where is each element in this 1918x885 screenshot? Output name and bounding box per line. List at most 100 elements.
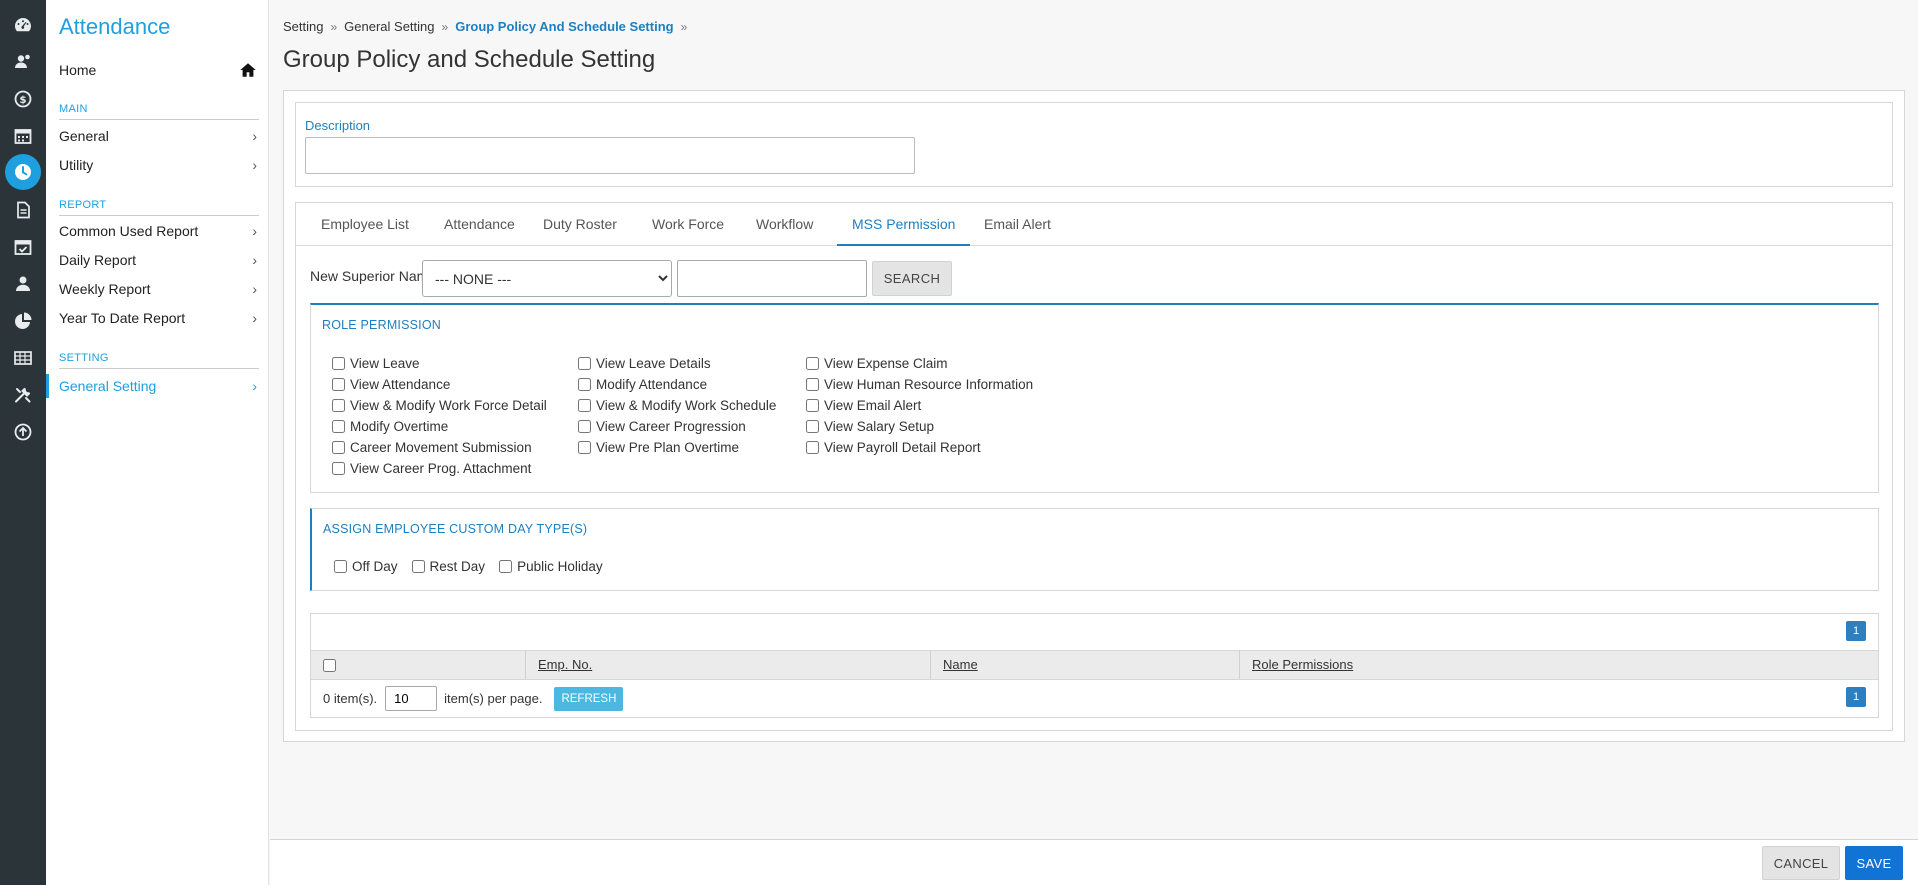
superior-select[interactable]: --- NONE --- [422, 260, 672, 297]
sidebar-item-common-used-report[interactable]: Common Used Report › [59, 221, 259, 241]
tab-work-force[interactable]: Work Force [637, 203, 739, 246]
pager-top-page[interactable]: 1 [1846, 621, 1866, 641]
sidebar-item-weekly-report[interactable]: Weekly Report › [59, 279, 259, 299]
cancel-button[interactable]: CANCEL [1762, 846, 1840, 880]
tab-attendance[interactable]: Attendance [429, 203, 530, 246]
tab-employee-list[interactable]: Employee List [306, 203, 424, 246]
col-name[interactable]: Name [930, 651, 1239, 679]
tab-workflow[interactable]: Workflow [741, 203, 828, 246]
perm-label: Career Movement Submission [350, 440, 532, 455]
perm-view-modify-work-force-detail[interactable]: View & Modify Work Force Detail [332, 395, 547, 416]
checkbox[interactable] [806, 399, 819, 412]
dashboard-icon[interactable] [7, 9, 39, 41]
clock-icon[interactable] [5, 154, 41, 190]
checkbox[interactable] [578, 399, 591, 412]
checkbox[interactable] [578, 378, 591, 391]
breadcrumb-current[interactable]: Group Policy And Schedule Setting [455, 19, 673, 34]
pie-chart-icon[interactable] [7, 305, 39, 337]
side-menu: Attendance Home MAIN General › Utility ›… [46, 0, 269, 885]
calendar-icon[interactable] [7, 120, 39, 152]
search-button[interactable]: SEARCH [872, 261, 952, 296]
tab-mss-permission[interactable]: MSS Permission [837, 203, 971, 246]
checkbox[interactable] [332, 441, 345, 454]
superior-search-input[interactable] [677, 260, 867, 297]
perm-view-email-alert[interactable]: View Email Alert [806, 395, 1033, 416]
checkbox[interactable] [332, 378, 345, 391]
breadcrumb-setting[interactable]: Setting [283, 19, 323, 34]
section-report: REPORT [59, 199, 259, 216]
calendar-check-icon[interactable] [7, 231, 39, 263]
col-role-permissions[interactable]: Role Permissions [1239, 651, 1878, 679]
table-icon[interactable] [7, 342, 39, 374]
checkbox[interactable] [578, 441, 591, 454]
page-title: Group Policy and Schedule Setting [283, 46, 656, 73]
section-main: MAIN [59, 103, 259, 120]
perm-label: View Leave [350, 356, 420, 371]
save-button[interactable]: SAVE [1845, 846, 1903, 880]
sidebar-item-label: Year To Date Report [59, 310, 186, 326]
perm-career-movement-submission[interactable]: Career Movement Submission [332, 437, 547, 458]
checkbox[interactable] [806, 357, 819, 370]
permission-column-2: View Leave Details Modify Attendance Vie… [578, 353, 776, 458]
checkbox[interactable] [578, 420, 591, 433]
checkbox[interactable] [806, 378, 819, 391]
refresh-button[interactable]: REFRESH [554, 686, 624, 711]
perm-modify-overtime[interactable]: Modify Overtime [332, 416, 547, 437]
payroll-icon[interactable]: $ [7, 83, 39, 115]
perm-view-attendance[interactable]: View Attendance [332, 374, 547, 395]
upload-icon[interactable] [7, 416, 39, 448]
checkbox[interactable] [334, 560, 347, 573]
checkbox[interactable] [578, 357, 591, 370]
perm-label: View Attendance [350, 377, 451, 392]
perm-view-career-prog-attachment[interactable]: View Career Prog. Attachment [332, 458, 547, 479]
day-type-label: Rest Day [429, 559, 486, 574]
col-emp-no[interactable]: Emp. No. [525, 651, 930, 679]
perm-modify-attendance[interactable]: Modify Attendance [578, 374, 776, 395]
sidebar-item-general[interactable]: General › [59, 126, 259, 146]
checkbox[interactable] [806, 441, 819, 454]
sidebar-item-general-setting[interactable]: General Setting › [59, 376, 259, 396]
perm-view-salary-setup[interactable]: View Salary Setup [806, 416, 1033, 437]
sidebar-item-home[interactable]: Home [59, 60, 257, 80]
tab-duty-roster[interactable]: Duty Roster [528, 203, 632, 246]
checkbox[interactable] [323, 659, 336, 672]
sidebar-item-daily-report[interactable]: Daily Report › [59, 250, 259, 270]
sidebar-item-utility[interactable]: Utility › [59, 155, 259, 175]
day-type-public-holiday[interactable]: Public Holiday [499, 559, 603, 574]
users-icon[interactable] [7, 46, 39, 78]
per-page-input[interactable] [385, 686, 438, 711]
active-indicator [46, 374, 49, 398]
checkbox[interactable] [332, 399, 345, 412]
perm-view-pre-plan-overtime[interactable]: View Pre Plan Overtime [578, 437, 776, 458]
sidebar-item-label: Daily Report [59, 252, 137, 268]
day-type-panel: ASSIGN EMPLOYEE CUSTOM DAY TYPE(S) Off D… [310, 508, 1879, 591]
perm-view-payroll-detail-report[interactable]: View Payroll Detail Report [806, 437, 1033, 458]
home-icon [240, 63, 256, 77]
sidebar-item-year-to-date-report[interactable]: Year To Date Report › [59, 308, 259, 328]
checkbox[interactable] [332, 462, 345, 475]
perm-view-modify-work-schedule[interactable]: View & Modify Work Schedule [578, 395, 776, 416]
pager-bottom-page[interactable]: 1 [1846, 687, 1866, 707]
people-icon[interactable] [7, 268, 39, 300]
checkbox[interactable] [499, 560, 513, 573]
perm-view-leave-details[interactable]: View Leave Details [578, 353, 776, 374]
checkbox[interactable] [332, 420, 345, 433]
document-icon[interactable] [7, 194, 39, 226]
checkbox[interactable] [332, 357, 345, 370]
role-permission-panel: ROLE PERMISSION View Leave View Attendan… [310, 303, 1879, 493]
tab-email-alert[interactable]: Email Alert [969, 203, 1066, 246]
perm-view-expense-claim[interactable]: View Expense Claim [806, 353, 1033, 374]
perm-view-human-resource-information[interactable]: View Human Resource Information [806, 374, 1033, 395]
day-type-rest-day[interactable]: Rest Day [411, 559, 486, 574]
description-input[interactable] [305, 137, 915, 174]
description-label: Description [305, 118, 371, 133]
select-all-checkbox[interactable] [323, 659, 341, 675]
sidebar-item-label: Common Used Report [59, 223, 199, 239]
breadcrumb-general-setting[interactable]: General Setting [344, 19, 434, 34]
perm-view-leave[interactable]: View Leave [332, 353, 547, 374]
day-type-off-day[interactable]: Off Day [334, 559, 398, 574]
tools-icon[interactable] [7, 379, 39, 411]
checkbox[interactable] [411, 560, 425, 573]
checkbox[interactable] [806, 420, 819, 433]
perm-view-career-progression[interactable]: View Career Progression [578, 416, 776, 437]
